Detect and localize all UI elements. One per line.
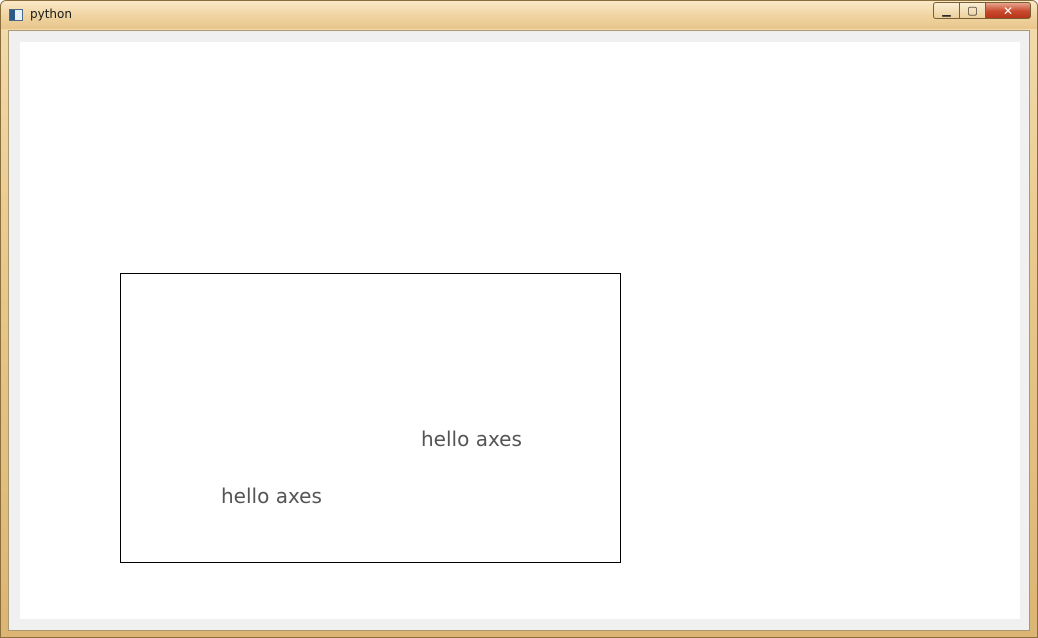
- axes-text-lower: hello axes: [221, 484, 322, 508]
- minimize-icon: ▁: [942, 4, 951, 17]
- maximize-icon: ▢: [967, 4, 978, 17]
- figure-canvas[interactable]: hello axes hello axes: [20, 42, 1020, 619]
- close-button[interactable]: ✕: [985, 2, 1031, 19]
- python-app-icon[interactable]: [9, 9, 23, 21]
- minimize-button[interactable]: ▁: [933, 2, 959, 19]
- window-title: python: [30, 7, 72, 21]
- maximize-button[interactable]: ▢: [959, 2, 985, 19]
- close-icon: ✕: [1002, 3, 1014, 18]
- axes-text-upper: hello axes: [421, 427, 522, 451]
- title-bar[interactable]: python ▁ ▢ ✕: [1, 1, 1037, 29]
- plot-axes[interactable]: hello axes hello axes: [120, 273, 621, 563]
- window-controls: ▁ ▢ ✕: [933, 2, 1031, 21]
- app-window: python ▁ ▢ ✕ hello axes hello axes: [0, 0, 1038, 638]
